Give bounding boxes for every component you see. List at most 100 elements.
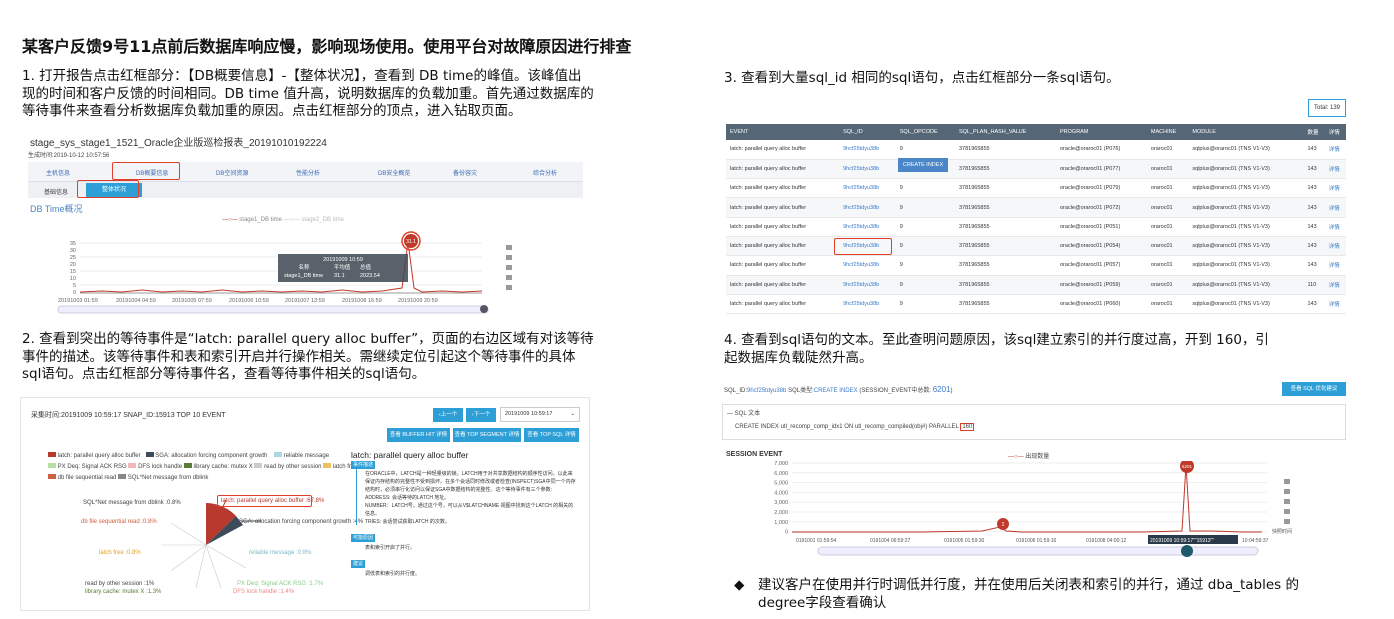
- peak-point-label: 6201: [1182, 464, 1193, 469]
- table-cell: 3781965855: [954, 236, 1056, 257]
- subtab-basic[interactable]: 基础信息: [44, 187, 68, 196]
- sql-id-link[interactable]: 9hcf25tdyu38b: [839, 217, 896, 237]
- sql-id-link[interactable]: 9hcf25tdyu38b: [839, 159, 896, 180]
- detail-link[interactable]: 详情: [1324, 217, 1346, 237]
- y-tick: 1,000: [774, 520, 788, 526]
- y-tick: 2,000: [774, 510, 788, 516]
- col-plan-hash: SQL_PLAN_HASH_VALUE: [954, 124, 1056, 140]
- sql-id-link[interactable]: 9hcf25tdyu38b: [839, 255, 896, 276]
- table-row[interactable]: latch: parallel query alloc buffer 9hcf25…: [726, 275, 1346, 295]
- table-cell: 3781965855: [954, 294, 1056, 315]
- svg-text:10:04:59:37: 10:04:59:37: [1242, 538, 1269, 544]
- y-tick: 6,000: [774, 471, 788, 477]
- table-cell: 9: [895, 255, 955, 276]
- svg-text:20191008 16:59: 20191008 16:59: [342, 298, 382, 304]
- table-row[interactable]: latch: parallel query alloc buffer 9hcf25…: [726, 178, 1346, 199]
- detail-link[interactable]: 详情: [1324, 159, 1346, 180]
- slice-label-read-by-other: read by other session :1%: [85, 581, 155, 587]
- chart-legend: —○— 出现数量: [1008, 454, 1050, 460]
- col-program: PROGRAM: [1056, 124, 1147, 140]
- panel-sql-detail: SQL_ID:9hcf25tdyu38b SQL类型:CREATE INDEX …: [722, 377, 1348, 567]
- table-row[interactable]: latch: parallel query alloc buffer 9hcf25…: [726, 217, 1346, 237]
- col-machine: MACHINE: [1146, 124, 1189, 140]
- tag-advice: 建议: [351, 560, 366, 568]
- event-advice: 调低表和索引的并行度。: [365, 571, 421, 577]
- svg-text:20191007 13:59: 20191007 13:59: [285, 298, 325, 304]
- detail-link[interactable]: 详情: [1324, 236, 1346, 257]
- sql-id-link[interactable]: 9hcf25tdyu38b: [839, 178, 896, 199]
- top-sql-button[interactable]: 查看 TOP SQL 详情: [524, 428, 579, 442]
- sql-text-box: — SQL 文本 CREATE INDEX utl_recomp_comp_id…: [722, 404, 1346, 440]
- detail-link[interactable]: 详情: [1324, 178, 1346, 199]
- table-cell: oracle@oraroc01 (P054): [1056, 236, 1147, 257]
- table-cell: latch: parallel query alloc buffer: [726, 255, 840, 276]
- session-chart: 7,000 6,000 5,000 4,000 3,000 2,000 1,000 0 2 6…: [774, 461, 1292, 557]
- buffer-hit-button[interactable]: 查看 BUFFER HIT 详情: [387, 428, 450, 442]
- parallel-degree: 160: [960, 423, 975, 431]
- sql-optimize-button[interactable]: 查看 SQL 优化建议: [1282, 382, 1346, 396]
- table-row[interactable]: latch: parallel query alloc buffer 9hcf25…: [726, 255, 1346, 276]
- table-cell: latch: parallel query alloc buffer: [726, 236, 840, 257]
- create-index-tooltip: CREATE INDEX: [898, 158, 948, 172]
- detail-link[interactable]: 详情: [1324, 294, 1346, 315]
- event-description: 在ORACLE中，LATCH是一种轻量级的锁。LATCH用于对共享数据结构的顺序…: [365, 471, 576, 525]
- table-cell: oraroc01: [1146, 275, 1189, 295]
- event-title: latch: parallel query alloc buffer: [351, 450, 469, 460]
- table-cell: oraroc01: [1146, 159, 1189, 180]
- nav-performance[interactable]: 性能分析: [296, 168, 320, 177]
- svg-text:15: 15: [70, 269, 76, 275]
- nav-host[interactable]: 主机信息: [46, 168, 70, 177]
- table-cell: 143: [1303, 236, 1325, 257]
- table-cell: oracle@oraroc01 (P077): [1056, 159, 1147, 180]
- top-segment-button[interactable]: 查看 TOP SEGMENT 详情: [453, 428, 521, 442]
- table-cell: 143: [1303, 197, 1325, 218]
- slice-label-reliable: reliable message :0.8%: [249, 550, 312, 556]
- tag-description: 事件描述: [351, 461, 376, 469]
- table-row[interactable]: latch: parallel query alloc buffer 9hcf25…: [726, 197, 1346, 218]
- table-cell: oraroc01: [1146, 294, 1189, 315]
- table-row[interactable]: latch: parallel query alloc buffer 9hcf25…: [726, 236, 1346, 257]
- svg-text:快照时间: 快照时间: [1272, 528, 1292, 535]
- svg-text:0: 0: [73, 290, 76, 296]
- sql-id-link[interactable]: 9hcf25tdyu38b: [839, 275, 896, 295]
- dbtime-tooltip: 20191009 10:59 名称 平均值 总值 stage1_DB time 31.…: [278, 254, 408, 282]
- table-cell: latch: parallel query alloc buffer: [726, 159, 840, 180]
- next-button[interactable]: ›下一个: [466, 408, 496, 422]
- session-event-title: SESSION EVENT: [726, 451, 783, 458]
- table-cell: 143: [1303, 217, 1325, 237]
- slice-label-px-deq: PX Deq: Signal ACK RSG :1.7%: [237, 581, 324, 587]
- table-cell: oracle@oraroc01 (P072): [1056, 197, 1147, 218]
- panel-sql-list: Total: 139 EVENT SQL_ID SQL_OPCODE SQL_PLAN…: [722, 96, 1348, 316]
- detail-link[interactable]: 详情: [1324, 197, 1346, 218]
- col-sql-id: SQL_ID: [839, 124, 896, 140]
- table-cell: sqlplus@oraroc01 (TNS V1-V3): [1188, 236, 1304, 257]
- table-cell: 3781965855: [954, 140, 1056, 160]
- table-row[interactable]: latch: parallel query alloc buffer 9hcf25…: [726, 294, 1346, 315]
- table-cell: 143: [1303, 255, 1325, 276]
- table-cell: sqlplus@oraroc01 (TNS V1-V3): [1188, 140, 1304, 160]
- sql-id-link[interactable]: 9hcf25tdyu38b: [839, 140, 896, 160]
- nav-security[interactable]: DB安全概览: [378, 168, 410, 177]
- nav-backup[interactable]: 备份容灾: [453, 168, 477, 177]
- table-cell: latch: parallel query alloc buffer: [726, 197, 840, 218]
- table-cell: oracle@oraroc01 (P076): [1056, 140, 1147, 160]
- prev-button[interactable]: ‹上一个: [433, 408, 463, 422]
- nav-db-space[interactable]: DB空间资源: [216, 168, 248, 177]
- svg-text:35: 35: [70, 241, 76, 247]
- sql-id-link[interactable]: 9hcf25tdyu38b: [839, 197, 896, 218]
- svg-text:0191004 06:59:27: 0191004 06:59:27: [870, 538, 911, 544]
- detail-link[interactable]: 详情: [1324, 140, 1346, 160]
- step1-text: 1. 打开报告点击红框部分：【DB概要信息】-【整体状况】，查看到 DB tim…: [22, 68, 594, 119]
- table-cell: sqlplus@oraroc01 (TNS V1-V3): [1188, 255, 1304, 276]
- nav-analysis[interactable]: 综合分析: [533, 168, 557, 177]
- table-row[interactable]: latch: parallel query alloc buffer 9hcf25…: [726, 159, 1346, 180]
- detail-link[interactable]: 详情: [1324, 255, 1346, 276]
- table-row[interactable]: latch: parallel query alloc buffer 9hcf25…: [726, 140, 1346, 160]
- svg-text:20: 20: [70, 262, 76, 268]
- detail-link[interactable]: 详情: [1324, 275, 1346, 295]
- sql-id-link[interactable]: 9hcf25tdyu38b: [839, 294, 896, 315]
- snapshot-select[interactable]: 20191009 10:59:17 ⌄: [500, 407, 580, 422]
- table-cell: sqlplus@oraroc01 (TNS V1-V3): [1188, 294, 1304, 315]
- table-cell: oraroc01: [1146, 255, 1189, 276]
- table-cell: 9: [895, 294, 955, 315]
